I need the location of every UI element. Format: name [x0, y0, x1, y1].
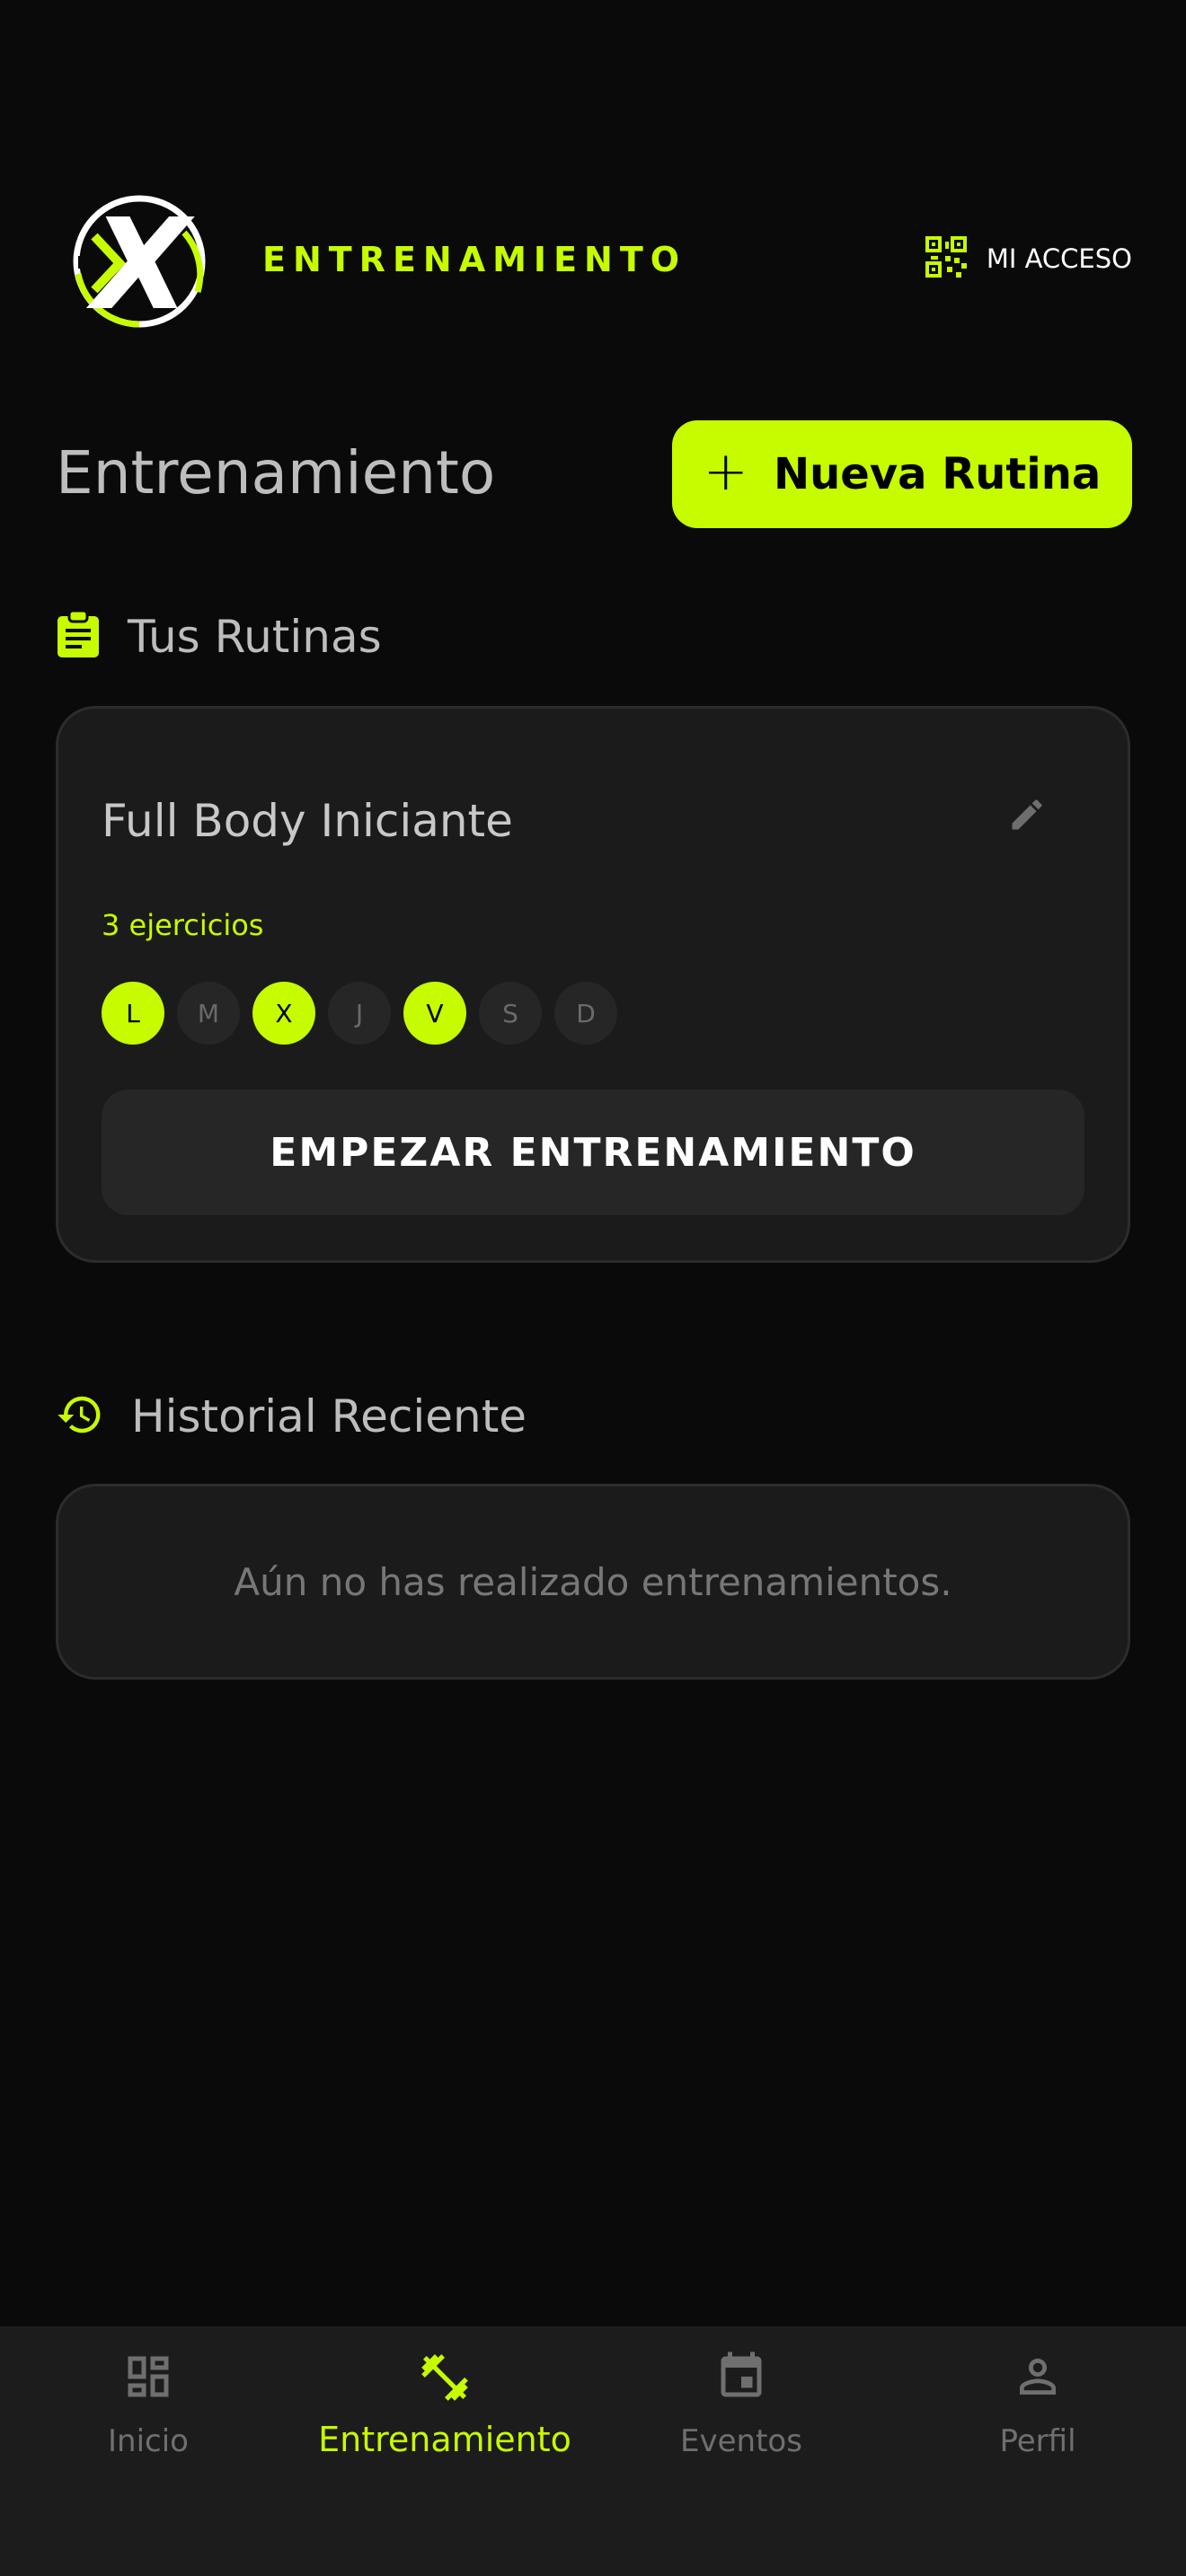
day-chip-jueves: J — [328, 982, 391, 1045]
history-card: Aún no has realizado entrenamientos. — [56, 1484, 1130, 1680]
day-chip-martes: M — [177, 982, 240, 1045]
svg-text:X: X — [85, 193, 195, 328]
nav-label-entrenamiento: Entrenamiento — [318, 2420, 571, 2459]
person-icon — [1011, 2350, 1065, 2407]
header-title: ENTRENAMIENTO — [262, 240, 687, 279]
app-screen: X ENTRENAMIENTO MI ACCESO Entrenamiento … — [0, 0, 1186, 2576]
nav-label-inicio: Inicio — [108, 2423, 189, 2459]
app-header: X ENTRENAMIENTO MI ACCESO — [54, 184, 1132, 339]
qr-code-icon — [925, 236, 967, 281]
my-access-button[interactable]: MI ACCESO — [925, 236, 1132, 281]
nav-item-inicio[interactable]: Inicio — [0, 2326, 296, 2576]
clipboard-icon — [56, 609, 101, 663]
routines-heading-label: Tus Rutinas — [128, 611, 382, 663]
new-routine-label: Nueva Rutina — [773, 449, 1102, 499]
history-icon — [56, 1390, 104, 1442]
day-chip-miercoles: X — [252, 982, 315, 1045]
routines-heading: Tus Rutinas — [56, 609, 382, 663]
routine-days: L M X J V S D — [102, 982, 617, 1045]
nav-item-perfil[interactable]: Perfil — [890, 2326, 1186, 2576]
exercise-count: 3 ejercicios — [102, 908, 264, 942]
plus-icon: + — [703, 440, 748, 503]
nav-item-entrenamiento[interactable]: Entrenamiento — [296, 2326, 593, 2576]
new-routine-button[interactable]: + Nueva Rutina — [672, 420, 1132, 528]
routine-card: Full Body Iniciante 3 ejercicios L M X J… — [56, 706, 1130, 1263]
nav-label-eventos: Eventos — [680, 2423, 802, 2459]
dumbbell-icon — [417, 2350, 473, 2409]
routine-name: Full Body Iniciante — [102, 795, 513, 847]
history-heading-label: Historial Reciente — [131, 1390, 527, 1442]
start-workout-button[interactable]: EMPEZAR ENTRENAMIENTO — [102, 1090, 1084, 1215]
nav-item-eventos[interactable]: Eventos — [593, 2326, 890, 2576]
calendar-icon — [714, 2350, 768, 2407]
day-chip-domingo: D — [554, 982, 617, 1045]
page-title: Entrenamiento — [56, 438, 496, 507]
day-chip-sabado: S — [479, 982, 542, 1045]
my-access-label: MI ACCESO — [986, 243, 1132, 274]
day-chip-viernes: V — [403, 982, 466, 1045]
nav-label-perfil: Perfil — [999, 2423, 1076, 2459]
dashboard-icon — [121, 2350, 175, 2407]
history-heading: Historial Reciente — [56, 1390, 527, 1442]
bottom-nav: Inicio Entrenamiento Eventos Perfil — [0, 2326, 1186, 2576]
history-empty-text: Aún no has realizado entrenamientos. — [234, 1559, 952, 1604]
day-chip-lunes: L — [102, 982, 164, 1045]
app-logo: X — [67, 192, 211, 339]
edit-icon[interactable] — [1007, 795, 1047, 838]
